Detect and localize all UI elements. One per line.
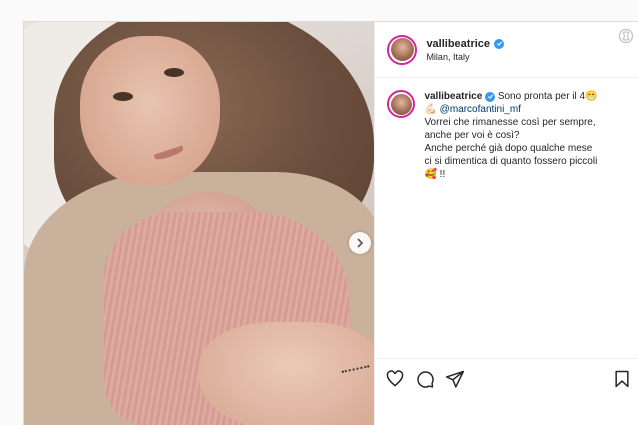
verified-badge-icon: [485, 91, 496, 102]
username-link[interactable]: vallibeatrice: [426, 38, 490, 50]
post-side-panel: vallibeatrice Milan, Italy vallibeatrice: [374, 22, 638, 425]
photo-eye-right: [164, 68, 184, 77]
photo-eye-left: [113, 92, 133, 101]
post-header: vallibeatrice Milan, Italy: [375, 22, 638, 78]
location-link[interactable]: Milan, Italy: [426, 52, 504, 62]
caption-emoji: 💪🏻: [424, 104, 437, 115]
comment-icon[interactable]: [415, 369, 435, 389]
chevron-right-icon: [357, 238, 364, 248]
post-footer: [375, 398, 638, 425]
heart-icon[interactable]: [385, 369, 405, 389]
caption-line-3: Vorrei che rimanesse così per sempre,: [424, 117, 596, 128]
bookmark-icon[interactable]: [612, 369, 632, 389]
next-photo-button[interactable]: [349, 232, 371, 254]
avatar[interactable]: [387, 34, 418, 65]
photo-face: [80, 36, 220, 186]
post-photo[interactable]: [24, 22, 375, 425]
caption-line-6: ci si dimentica di quanto fossero piccol…: [424, 156, 598, 167]
instagram-logo-icon: [618, 28, 634, 44]
action-bar: [375, 358, 638, 398]
caption-line-5: Anche perché già dopo qualche mese: [424, 143, 593, 154]
caption-username[interactable]: vallibeatrice: [424, 91, 482, 102]
caption-line-1: Sono pronta per il 4😁: [497, 91, 598, 102]
mention-link[interactable]: @marcofantini_mf: [440, 104, 521, 115]
caption-text: vallibeatrice Sono pronta per il 4😁 💪🏻 @…: [424, 90, 597, 358]
instagram-post: vallibeatrice Milan, Italy vallibeatrice: [23, 21, 638, 425]
caption-line-7: 🥰 !!: [424, 169, 446, 180]
send-icon[interactable]: [445, 369, 465, 389]
caption-line-4: anche per voi è così?: [424, 130, 520, 141]
caption-avatar[interactable]: [387, 90, 416, 118]
verified-badge-icon: [494, 38, 505, 49]
post-caption: vallibeatrice Sono pronta per il 4😁 💪🏻 @…: [375, 78, 638, 358]
